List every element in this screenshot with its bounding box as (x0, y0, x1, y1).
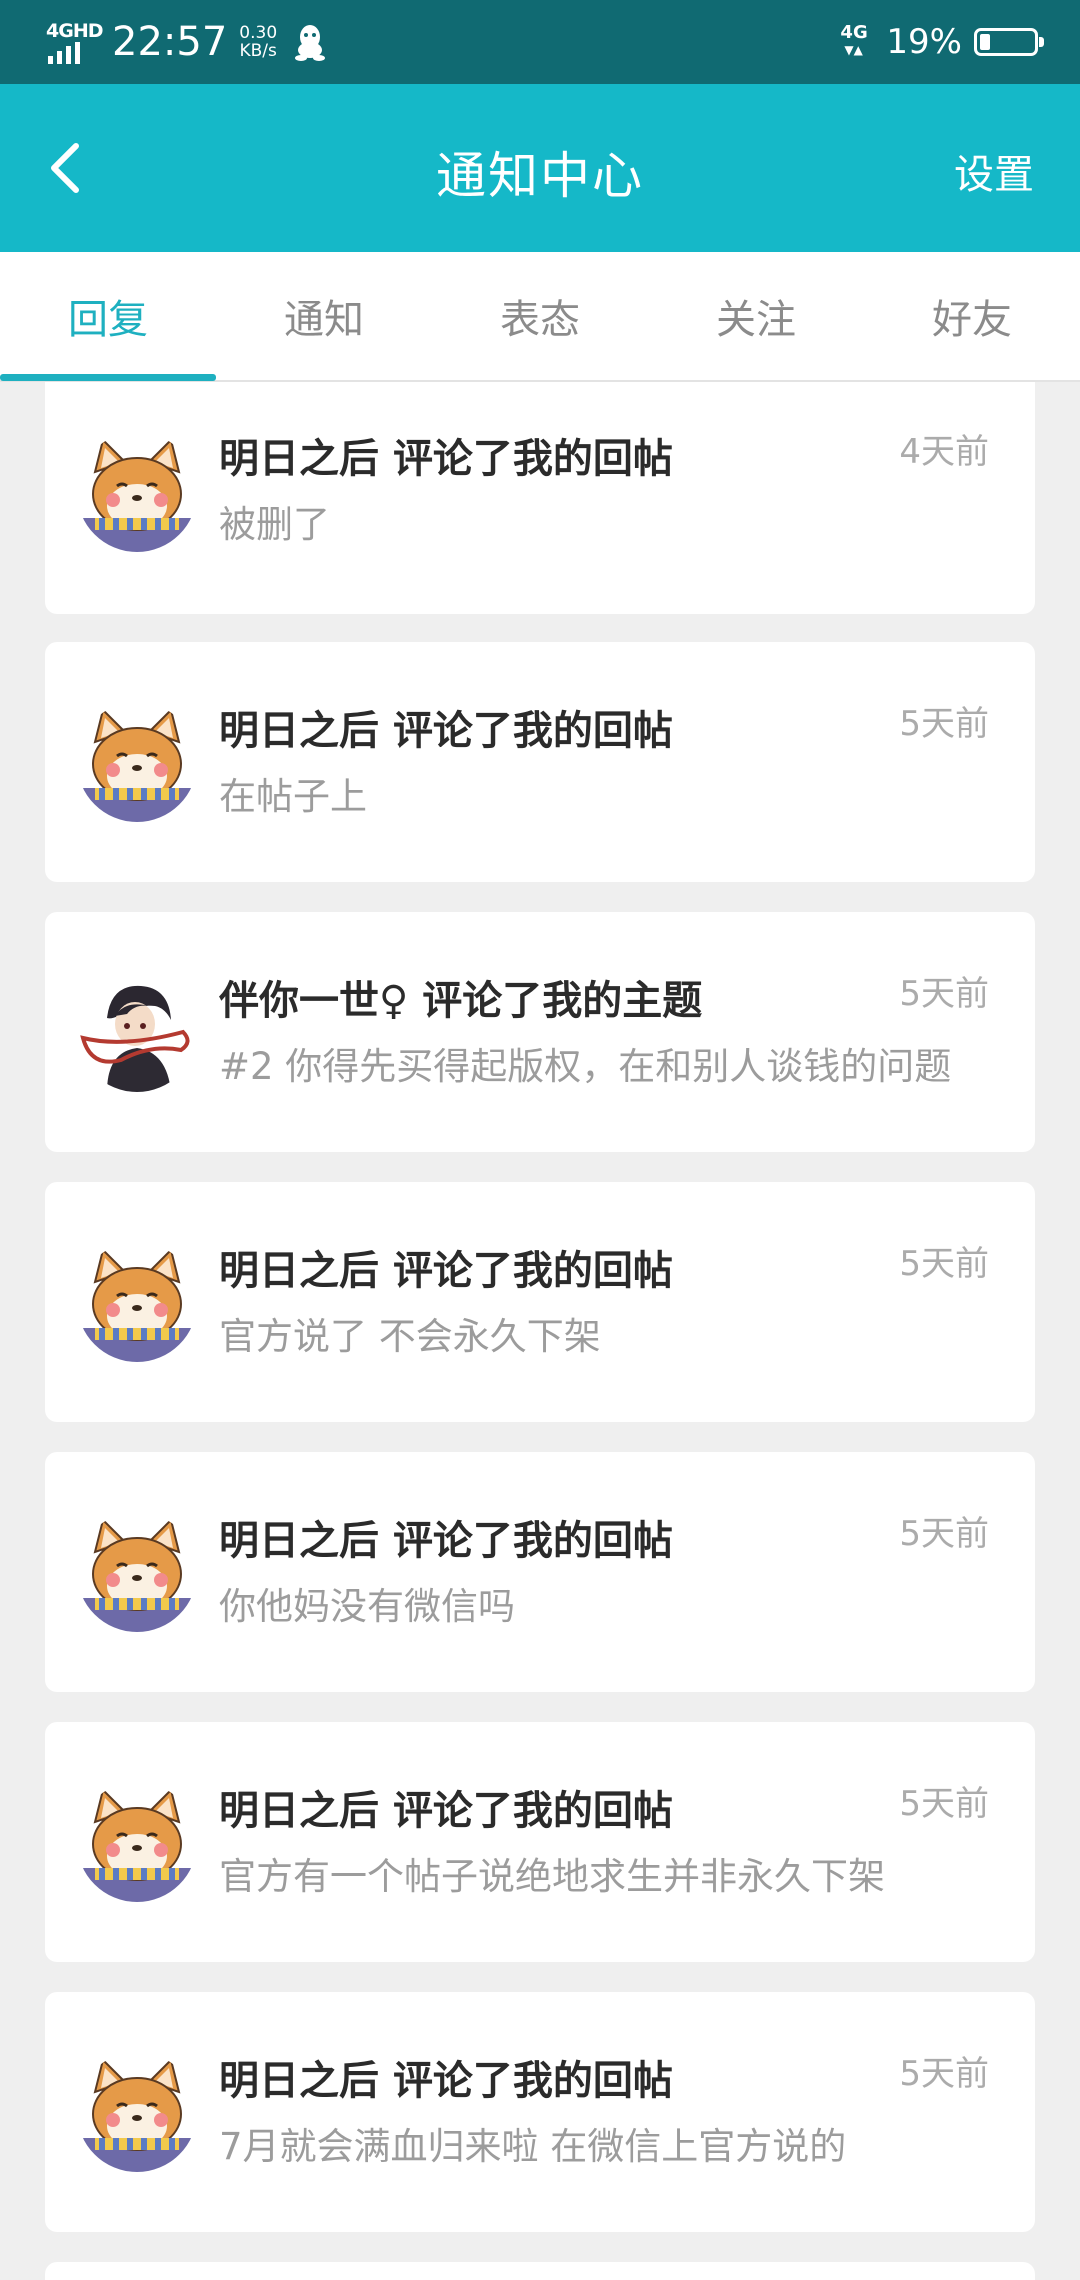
notification-time: 5天前 (899, 1244, 989, 1284)
status-bar: 4GHD 22:57 0.30 KB/s 4G ▼▲ 19% (0, 0, 1080, 84)
notification-action: 评论了我的回帖 (392, 1788, 673, 1834)
notification-title: 明日之后 评论了我的回帖 (219, 426, 673, 484)
sender-name[interactable]: 明日之后 (219, 2058, 379, 2104)
notification-content: 官方说了 不会永久下架 (219, 1315, 601, 1358)
notification-card[interactable]: 明日之后 评论了我的回帖 5天前 在帖子上 (45, 642, 1035, 882)
page-title: 通知中心 (436, 147, 644, 205)
notification-card[interactable]: 明日之后 评论了我的回帖 5天前 你他妈没有微信吗 (45, 1452, 1035, 1692)
notification-content: 在帖子上 (219, 775, 367, 818)
network-speed-unit: KB/s (239, 41, 277, 61)
notification-card[interactable]: 明日之后 评论了我的回帖 5天前 7月就会满血归来啦 在微信上官方说的 (45, 1992, 1035, 2232)
shiba-avatar-icon (77, 1512, 197, 1632)
battery-percentage: 19% (886, 22, 962, 62)
sender-name[interactable]: 明日之后 (219, 1248, 379, 1294)
shiba-avatar-icon (77, 432, 197, 552)
notification-time: 5天前 (899, 1514, 989, 1554)
notification-time: 4天前 (899, 432, 989, 472)
network-label: 4GHD (46, 20, 103, 42)
notification-content: 你他妈没有微信吗 (219, 1585, 515, 1628)
sender-name[interactable]: 伴你一世♀ (219, 978, 408, 1024)
notification-time: 5天前 (899, 1784, 989, 1824)
notification-title: 明日之后 评论了我的回帖 (219, 1778, 673, 1836)
notification-content: 被删了 (219, 503, 330, 546)
shiba-avatar-icon (77, 702, 197, 822)
mobile-data-label: 4G (840, 22, 868, 43)
shiba-avatar-icon (77, 1782, 197, 1902)
network-speed: 0.30 KB/s (239, 24, 277, 60)
notification-card[interactable]: 明日之后 评论了我的回帖 4天前 被删了 (45, 382, 1035, 614)
tab-reply[interactable]: 回复 (0, 252, 216, 380)
sender-name[interactable]: 明日之后 (219, 1518, 379, 1564)
anime-boy-avatar-icon (77, 972, 197, 1092)
status-right: 4G ▼▲ 19% (838, 16, 1044, 68)
app-header: 通知中心 设置 (0, 84, 1080, 252)
status-left: 4GHD 22:57 0.30 KB/s (46, 16, 326, 68)
tab-notice[interactable]: 通知 (216, 252, 432, 380)
shiba-avatar-icon (77, 1242, 197, 1362)
notification-content: 7月就会满血归来啦 在微信上官方说的 (219, 2125, 847, 2168)
avatar[interactable] (77, 1242, 197, 1362)
mobile-data-icon: 4G ▼▲ (840, 22, 868, 57)
avatar[interactable] (77, 972, 197, 1092)
clock: 22:57 (112, 19, 228, 65)
tab-bar: 回复 通知 表态 关注 好友 (0, 252, 1080, 382)
notification-action: 评论了我的回帖 (392, 2058, 673, 2104)
notification-title: 明日之后 评论了我的回帖 (219, 1238, 673, 1296)
network-speed-value: 0.30 (239, 23, 278, 43)
tab-friends[interactable]: 好友 (864, 252, 1080, 380)
notification-title: 明日之后 评论了我的回帖 (219, 1508, 673, 1566)
avatar[interactable] (77, 702, 197, 822)
notification-action: 评论了我的回帖 (392, 708, 673, 754)
notification-card[interactable]: 明日之后 评论了我的回帖 5天前 官方有一个帖子说绝地求生并非永久下架 (45, 1722, 1035, 1962)
tab-reaction[interactable]: 表态 (432, 252, 648, 380)
avatar[interactable] (77, 1512, 197, 1632)
notification-action: 评论了我的回帖 (392, 436, 673, 482)
notification-title: 明日之后 评论了我的回帖 (219, 2048, 673, 2106)
notification-list[interactable]: 明日之后 评论了我的回帖 4天前 被删了 明日之后 评论了我的回帖 5天前 在帖… (0, 382, 1080, 2280)
notification-card[interactable]: 伴你一世♀ 评论了我的主题 5天前 #2 你得先买得起版权，在和别人谈钱的问题 (45, 912, 1035, 1152)
shiba-avatar-icon (77, 2052, 197, 2172)
settings-button[interactable]: 设置 (954, 142, 1034, 200)
notification-time: 5天前 (899, 704, 989, 744)
avatar[interactable] (77, 432, 197, 552)
notification-action: 评论了我的主题 (422, 978, 703, 1024)
signal-bars (48, 42, 80, 64)
qq-penguin-icon (295, 25, 326, 61)
sender-name[interactable]: 明日之后 (219, 1788, 379, 1834)
sender-name[interactable]: 明日之后 (219, 436, 379, 482)
battery-fill (980, 34, 990, 50)
notification-title: 明日之后 评论了我的回帖 (219, 698, 673, 756)
avatar[interactable] (77, 2052, 197, 2172)
signal-icon: 4GHD (46, 18, 103, 66)
notification-card-partial[interactable] (45, 2262, 1035, 2280)
notification-title: 伴你一世♀ 评论了我的主题 (219, 968, 702, 1026)
battery-icon (974, 28, 1044, 56)
avatar[interactable] (77, 1782, 197, 1902)
notification-action: 评论了我的回帖 (392, 1518, 673, 1564)
active-tab-indicator (0, 374, 216, 381)
notification-action: 评论了我的回帖 (392, 1248, 673, 1294)
sender-name[interactable]: 明日之后 (219, 708, 379, 754)
tab-follow[interactable]: 关注 (648, 252, 864, 380)
notification-time: 5天前 (899, 2054, 989, 2094)
notification-time: 5天前 (899, 974, 989, 1014)
notification-card[interactable]: 明日之后 评论了我的回帖 5天前 官方说了 不会永久下架 (45, 1182, 1035, 1422)
notification-content: #2 你得先买得起版权，在和别人谈钱的问题 (219, 1045, 952, 1088)
notification-content: 官方有一个帖子说绝地求生并非永久下架 (219, 1855, 885, 1898)
